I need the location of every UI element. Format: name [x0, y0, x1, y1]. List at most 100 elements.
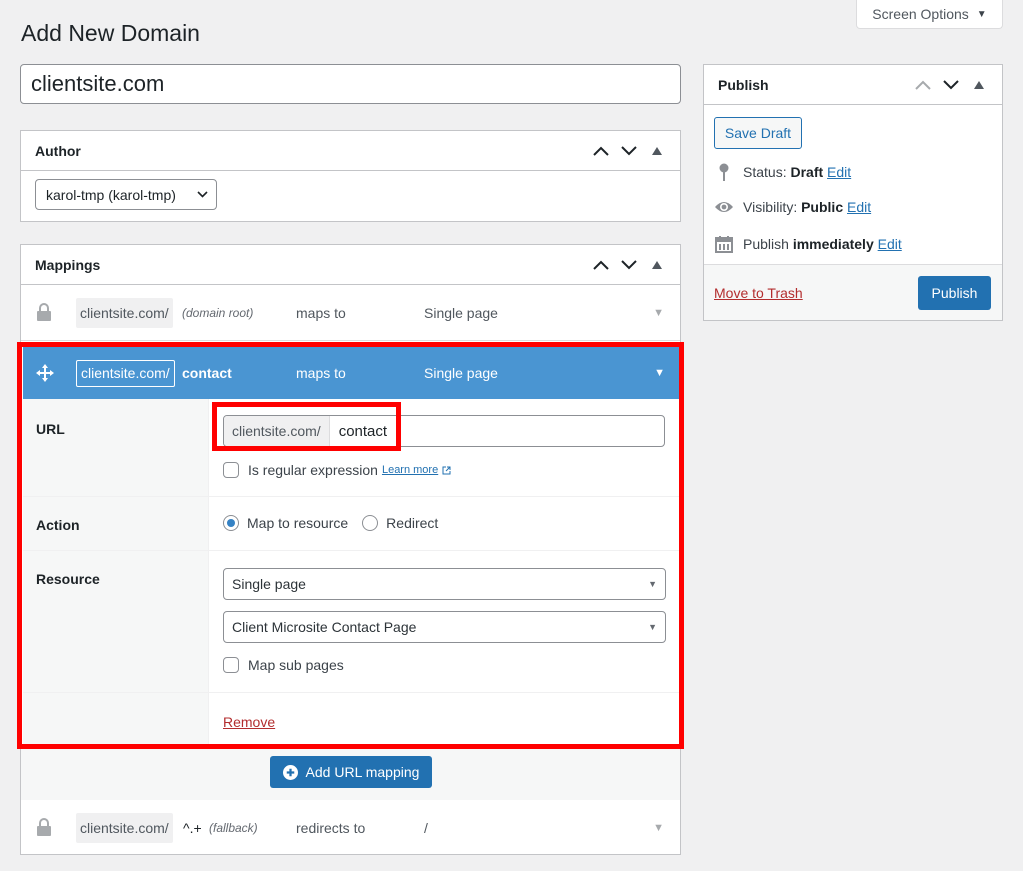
mapping-target: /: [424, 820, 428, 836]
remove-row: Remove: [23, 693, 679, 744]
visibility-label: Visibility:: [743, 199, 798, 215]
visibility-value: Public: [801, 199, 844, 215]
redirect-label: Redirect: [386, 515, 439, 531]
publish-metabox-title: Publish: [718, 76, 769, 93]
status-line: Status: Draft Edit: [714, 163, 851, 181]
add-mapping-area: Add URL mapping: [21, 746, 680, 800]
author-metabox-header: Author: [21, 131, 680, 171]
publish-actions: Move to Trash Publish: [704, 264, 1002, 320]
move-down-icon[interactable]: [620, 256, 638, 274]
edit-status-link[interactable]: Edit: [827, 164, 851, 180]
plus-circle-icon: [282, 764, 298, 780]
action-options: Map to resource Redirect: [223, 515, 438, 531]
remove-mapping-link[interactable]: Remove: [223, 714, 275, 730]
url-prefix-chip: clientsite.com/: [76, 359, 175, 387]
resource-type-select[interactable]: Single page ▼: [223, 568, 666, 600]
mapping-row-header[interactable]: clientsite.com/ contact maps to Single p…: [23, 347, 679, 399]
map-to-resource-radio[interactable]: [223, 515, 239, 531]
schedule-value: immediately: [792, 236, 874, 252]
edit-schedule-link[interactable]: Edit: [878, 236, 902, 252]
status-label: Status:: [743, 164, 787, 180]
mapping-slug: contact: [182, 365, 232, 381]
expand-row-icon[interactable]: ▼: [653, 822, 664, 834]
screen-options-label: Screen Options: [872, 6, 969, 22]
author-select[interactable]: karol-tmp (karol-tmp): [35, 179, 217, 210]
save-draft-button[interactable]: Save Draft: [714, 117, 802, 149]
caret-down-icon: ▼: [648, 579, 657, 589]
lock-icon: [37, 303, 51, 324]
url-prefix: clientsite.com/: [224, 416, 330, 446]
resource-page-select[interactable]: Client Microsite Contact Page ▼: [223, 611, 666, 643]
domain-title-input[interactable]: clientsite.com: [20, 64, 681, 104]
map-sub-pages-checkbox[interactable]: [223, 657, 239, 673]
pin-icon: [714, 163, 734, 181]
resource-type-value: Single page: [232, 576, 306, 592]
mapping-verb: maps to: [296, 365, 346, 381]
move-down-icon[interactable]: [620, 142, 638, 160]
action-row: Action Map to resource Redirect: [23, 497, 679, 551]
mapping-row-contact: clientsite.com/ contact maps to Single p…: [23, 347, 679, 744]
domain-root-note: (domain root): [182, 305, 254, 320]
calendar-icon: [714, 235, 734, 253]
collapse-toggle-icon[interactable]: [648, 256, 666, 274]
move-up-icon[interactable]: [592, 142, 610, 160]
add-url-mapping-label: Add URL mapping: [305, 764, 420, 780]
move-up-icon[interactable]: [592, 256, 610, 274]
mappings-metabox: Mappings clientsite.com/ (domain root) m…: [20, 244, 681, 855]
collapse-row-icon[interactable]: ▼: [654, 367, 665, 379]
mapping-target: Single page: [424, 304, 498, 321]
learn-more-link[interactable]: Learn more: [382, 464, 438, 476]
author-metabox: Author karol-tmp (karol-tmp): [20, 130, 681, 222]
url-path-input[interactable]: contact: [330, 416, 396, 446]
regex-label: Is regular expression: [248, 462, 378, 478]
collapse-toggle-icon[interactable]: [648, 142, 666, 160]
regex-option: Is regular expression Learn more: [223, 462, 451, 478]
map-to-resource-label: Map to resource: [247, 515, 349, 531]
caret-down-icon: ▼: [648, 622, 657, 632]
move-up-icon[interactable]: [914, 76, 932, 94]
url-row: URL clientsite.com/ contact Is regular e…: [23, 399, 679, 497]
caret-down-icon: ▼: [976, 8, 987, 20]
url-prefix-chip: clientsite.com/: [76, 297, 173, 328]
chevron-down-icon: [197, 191, 208, 198]
publish-metabox: Publish Save Draft Status: Draft Edit Vi…: [703, 64, 1003, 321]
mapping-target: Single page: [424, 365, 498, 381]
resource-label: Resource: [23, 551, 209, 692]
mapping-verb: redirects to: [296, 820, 366, 836]
mappings-metabox-title: Mappings: [35, 256, 101, 273]
map-sub-pages-label: Map sub pages: [248, 657, 344, 673]
move-down-icon[interactable]: [942, 76, 960, 94]
page-title: Add New Domain: [21, 20, 200, 46]
move-handle-icon[interactable]: [35, 363, 55, 386]
author-metabox-title: Author: [35, 142, 81, 159]
schedule-label: Publish: [743, 236, 789, 252]
edit-visibility-link[interactable]: Edit: [847, 199, 871, 215]
redirect-radio[interactable]: [362, 515, 379, 531]
move-to-trash-link[interactable]: Move to Trash: [714, 285, 803, 301]
publish-metabox-header: Publish: [704, 65, 1002, 105]
expand-row-icon[interactable]: ▼: [653, 307, 664, 319]
publish-button[interactable]: Publish: [918, 276, 991, 310]
url-prefix-chip: clientsite.com/: [76, 813, 173, 843]
url-input-group[interactable]: clientsite.com/ contact: [223, 415, 665, 447]
screen-options-button[interactable]: Screen Options ▼: [856, 0, 1003, 29]
author-select-value: karol-tmp (karol-tmp): [46, 186, 176, 203]
action-label: Action: [23, 497, 209, 550]
visibility-line: Visibility: Public Edit: [714, 199, 871, 215]
status-value: Draft: [790, 164, 824, 180]
eye-icon: [714, 200, 734, 214]
collapse-toggle-icon[interactable]: [970, 76, 988, 94]
sub-pages-option: Map sub pages: [223, 657, 344, 673]
mapping-row-root[interactable]: clientsite.com/ (domain root) maps to Si…: [21, 285, 680, 341]
resource-row: Resource Single page ▼ Client Microsite …: [23, 551, 679, 693]
fallback-pattern: ^.+: [183, 820, 202, 836]
lock-icon: [37, 818, 51, 839]
mapping-verb: maps to: [296, 304, 346, 321]
remove-label-spacer: [23, 693, 209, 744]
mapping-row-fallback[interactable]: clientsite.com/ ^.+ (fallback) redirects…: [21, 800, 680, 856]
external-link-icon: [442, 466, 451, 474]
fallback-note: (fallback): [209, 821, 258, 835]
regex-checkbox[interactable]: [223, 462, 239, 478]
resource-page-value: Client Microsite Contact Page: [232, 619, 417, 635]
add-url-mapping-button[interactable]: Add URL mapping: [270, 756, 432, 788]
